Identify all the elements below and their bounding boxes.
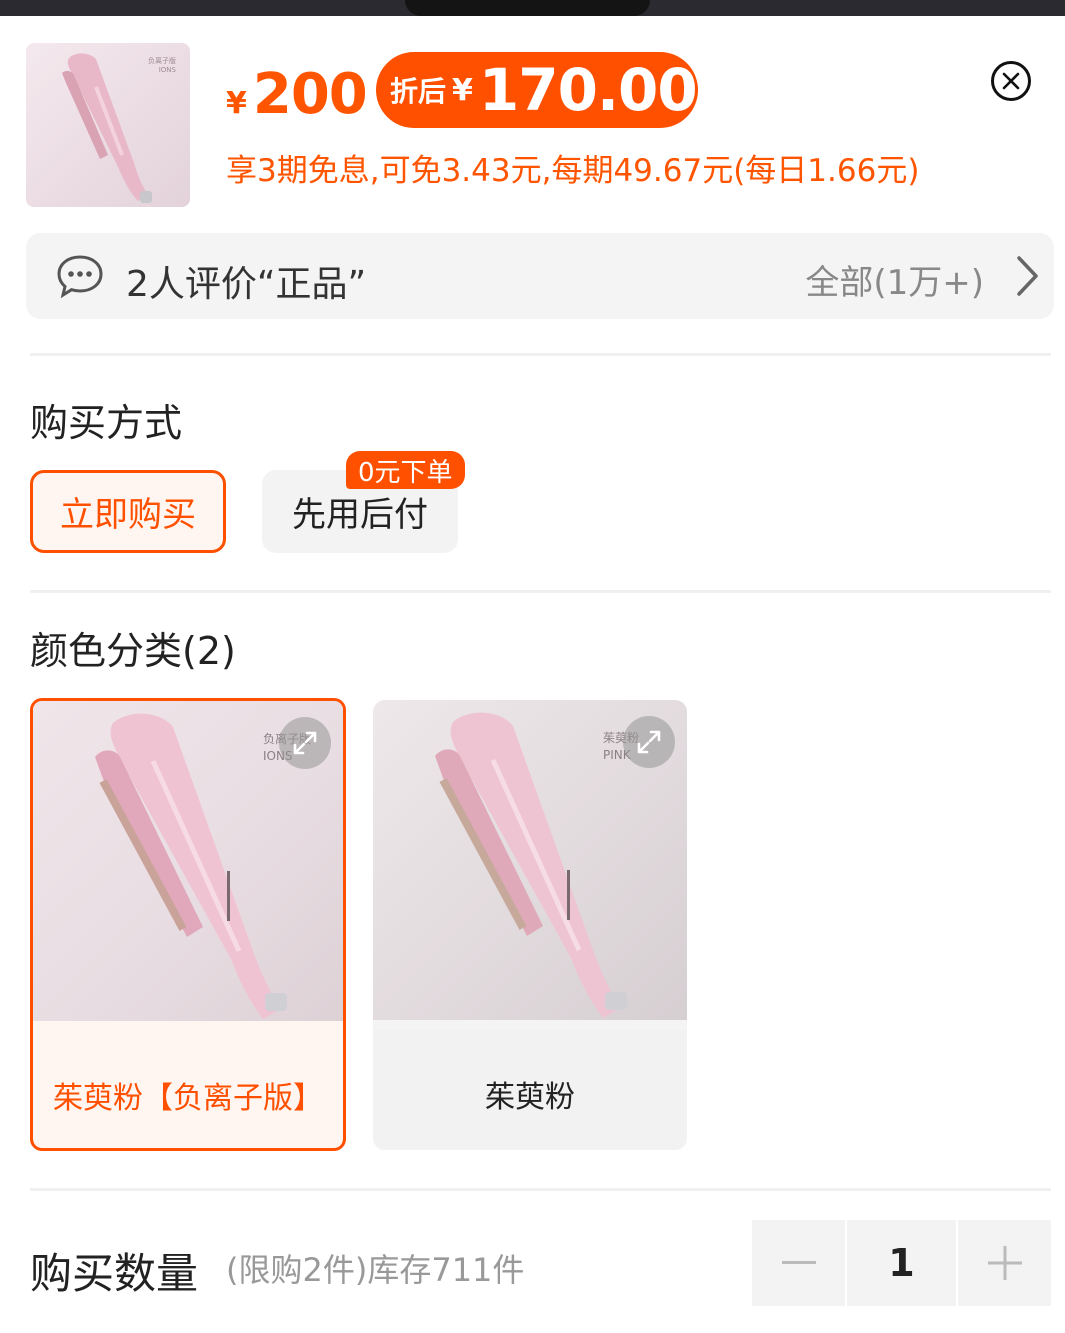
- expand-icon: [293, 731, 317, 755]
- color-category-title: 颜色分类(2): [30, 629, 236, 673]
- quantity-stepper: 1: [752, 1220, 1051, 1306]
- installment-info: 享3期免息,可免3.43元,每期49.67元(每日1.66元): [226, 153, 920, 189]
- buy-now-option[interactable]: 立即购买: [30, 470, 226, 553]
- color-option-label: 茱萸粉【负离子版】: [53, 1081, 323, 1116]
- divider: [30, 1188, 1051, 1191]
- divider: [30, 590, 1051, 593]
- expand-icon: [637, 730, 661, 754]
- increase-button[interactable]: [958, 1220, 1051, 1306]
- discount-label: 折后: [390, 75, 447, 108]
- decrease-button[interactable]: [752, 1220, 845, 1306]
- discount-currency: ¥: [452, 72, 473, 108]
- discount-price-badge: 折后 ¥ 170.00: [376, 52, 698, 128]
- currency-symbol: ¥: [226, 86, 247, 121]
- color-option-label: 茱萸粉: [485, 1080, 575, 1115]
- close-button[interactable]: [991, 61, 1031, 101]
- original-price-value: 200: [252, 62, 368, 127]
- thumb-brand-text: 负离子版 IONS: [148, 57, 176, 74]
- divider: [30, 353, 1051, 356]
- chat-bubble-icon: [57, 255, 103, 299]
- quantity-value[interactable]: 1: [847, 1220, 956, 1306]
- product-thumbnail[interactable]: 负离子版 IONS: [26, 43, 190, 207]
- original-price: ¥ 200: [226, 62, 368, 132]
- review-highlight-text: 2人评价“正品”: [126, 264, 367, 305]
- color-option-pink[interactable]: 茱萸粉 PINK 茱萸粉: [373, 700, 687, 1150]
- close-icon: [1002, 72, 1020, 90]
- top-image-strip: [0, 0, 1065, 16]
- quantity-title: 购买数量: [30, 1249, 199, 1298]
- expand-image-button[interactable]: [279, 717, 331, 769]
- chevron-right-icon: [1017, 256, 1038, 296]
- plus-icon: [987, 1246, 1022, 1280]
- top-image-dark: [405, 0, 650, 16]
- color-option-ions[interactable]: 负离子版 IONS 茱萸粉【负离子版】: [30, 698, 346, 1151]
- zero-yuan-badge: 0元下单: [346, 451, 465, 489]
- color-option-image: 负离子版 IONS: [33, 701, 343, 1021]
- discount-price-value: 170.00: [478, 56, 698, 124]
- all-reviews-link[interactable]: 全部(1万+): [805, 255, 984, 304]
- color-option-image: 茱萸粉 PINK: [373, 700, 687, 1020]
- minus-icon: [781, 1261, 816, 1264]
- expand-image-button[interactable]: [623, 716, 675, 768]
- purchase-method-title: 购买方式: [30, 401, 183, 445]
- review-summary-bar[interactable]: 2人评价“正品” 全部(1万+): [26, 233, 1054, 319]
- quantity-limit-stock: (限购2件)库存711件: [226, 1251, 525, 1289]
